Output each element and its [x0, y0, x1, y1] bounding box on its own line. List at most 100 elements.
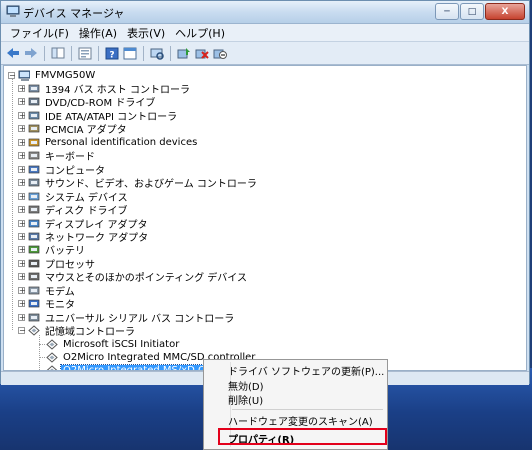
tree-pane-icon: [51, 47, 65, 59]
tree-device[interactable]: Microsoft iSCSI Initiator: [46, 338, 181, 351]
expand-toggle[interactable]: +: [18, 286, 26, 294]
tree-category[interactable]: + DVD/CD-ROM ドライブ: [18, 95, 157, 109]
computer-root-icon: [18, 70, 30, 81]
expand-toggle[interactable]: +: [18, 165, 26, 173]
title-bar[interactable]: デバイス マネージャ ─ □ X: [1, 1, 529, 24]
dvd-drive-icon: [28, 98, 40, 106]
collapse-toggle[interactable]: −: [18, 327, 26, 335]
expand-toggle[interactable]: +: [18, 273, 26, 281]
help-icon: ?: [105, 47, 119, 60]
forward-button[interactable]: [23, 45, 39, 61]
tree-category[interactable]: + ユニバーサル シリアル バス コントローラ: [18, 311, 236, 325]
maximize-button[interactable]: □: [460, 3, 484, 20]
context-update-driver[interactable]: ドライバ ソフトウェアの更新(P)...: [228, 363, 384, 378]
modem-icon: [28, 286, 40, 295]
expand-toggle[interactable]: +: [18, 138, 26, 146]
show-hide-tree-button[interactable]: [50, 45, 66, 61]
tree-category-label: 記憶域コントローラ: [45, 327, 135, 339]
expand-toggle[interactable]: +: [18, 152, 26, 160]
tree-category[interactable]: + ネットワーク アダプタ: [18, 230, 150, 244]
display-adapter-icon: [28, 219, 40, 227]
properties-toolbar-button[interactable]: [77, 45, 93, 61]
expand-toggle[interactable]: +: [18, 313, 26, 321]
tree-category[interactable]: + サウンド、ビデオ、およびゲーム コントローラ: [18, 176, 259, 190]
network-adapter-icon: [28, 232, 40, 241]
tree-root-label: FMVMG50W: [35, 70, 96, 81]
mouse-icon: [28, 272, 40, 281]
tree-guide-line: [39, 343, 45, 345]
view-toolbar-button[interactable]: [122, 45, 138, 61]
disk-drive-icon: [28, 205, 40, 214]
svg-text:?: ?: [109, 50, 114, 60]
tree-category[interactable]: + マウスとそのほかのポインティング デバイス: [18, 270, 249, 284]
update-driver-button[interactable]: [176, 45, 192, 61]
back-button[interactable]: [5, 45, 21, 61]
expand-toggle[interactable]: +: [18, 232, 26, 240]
expand-toggle[interactable]: +: [18, 192, 26, 200]
tree-category[interactable]: + バッテリ: [18, 243, 87, 257]
device-tree: − FMVMG50W +1394 バス ホスト コントローラ + DVD/CD-ROM …: [3, 65, 527, 371]
window-title: デバイス マネージャ: [23, 7, 125, 20]
back-arrow-icon: [7, 48, 19, 58]
expand-toggle[interactable]: +: [18, 125, 26, 133]
tree-category[interactable]: + キーボード: [18, 149, 97, 163]
tree-category[interactable]: + システム デバイス: [18, 190, 130, 204]
expand-toggle[interactable]: +: [18, 98, 26, 106]
toolbar-separator: [170, 45, 171, 61]
context-menu: ドライバ ソフトウェアの更新(P)... 無効(D) 削除(U) ハードウェア変…: [203, 359, 388, 450]
tree-category[interactable]: + Personal identification devices: [18, 136, 199, 149]
expand-toggle[interactable]: +: [18, 85, 26, 93]
toolbar-separator: [44, 45, 45, 61]
expand-toggle[interactable]: +: [18, 219, 26, 227]
tree-category[interactable]: − 記憶域コントローラ: [18, 324, 137, 339]
toolbar-separator: [143, 45, 144, 61]
view-window-icon: [123, 47, 137, 59]
keyboard-icon: [28, 151, 40, 160]
tree-category[interactable]: + PCMCIA アダプタ: [18, 122, 129, 137]
expand-toggle[interactable]: +: [18, 179, 26, 187]
bus-controller-icon: [28, 84, 40, 93]
menu-help[interactable]: ヘルプ(H): [170, 25, 230, 41]
tree-guide-line: [39, 335, 40, 370]
toolbar-separator: [71, 45, 72, 61]
tree-category[interactable]: + コンピュータ: [18, 163, 107, 177]
tree-category[interactable]: + ディスク ドライブ: [18, 203, 129, 217]
tree-category[interactable]: +1394 バス ホスト コントローラ: [18, 82, 192, 96]
tree-category[interactable]: + モデム: [18, 284, 77, 298]
tree-guide-line: [39, 357, 45, 358]
fingerprint-icon: [28, 138, 40, 147]
toolbar-separator: [98, 45, 99, 61]
expand-toggle[interactable]: +: [18, 259, 26, 267]
menu-view[interactable]: 表示(V): [122, 25, 170, 41]
context-disable[interactable]: 無効(D): [228, 378, 264, 393]
tree-category[interactable]: + プロセッサ: [18, 257, 97, 271]
menu-action[interactable]: 操作(A): [74, 25, 122, 41]
expand-toggle[interactable]: +: [18, 246, 26, 254]
scan-hardware-icon: [150, 48, 164, 60]
scan-hardware-button[interactable]: [149, 45, 165, 61]
tree-category[interactable]: + IDE ATA/ATAPI コントローラ: [18, 109, 179, 123]
close-button[interactable]: X: [485, 3, 525, 20]
context-scan-hardware[interactable]: ハードウェア変更のスキャン(A): [228, 413, 373, 428]
tree-category[interactable]: + モニタ: [18, 297, 77, 311]
menu-bar: ファイル(F) 操作(A) 表示(V) ヘルプ(H): [1, 24, 529, 42]
tree-device-label: Microsoft iSCSI Initiator: [63, 338, 180, 350]
expand-toggle[interactable]: +: [18, 111, 26, 119]
help-toolbar-button[interactable]: ?: [104, 45, 120, 61]
disable-button[interactable]: [212, 45, 228, 61]
computer-icon: [28, 165, 40, 174]
tree-category[interactable]: + ディスプレイ アダプタ: [18, 217, 149, 231]
uninstall-button[interactable]: [194, 45, 210, 61]
context-separator: [232, 409, 383, 410]
tree-category-label: PCMCIA アダプタ: [45, 125, 127, 137]
menu-file[interactable]: ファイル(F): [5, 25, 74, 41]
disable-icon: [213, 49, 227, 59]
uninstall-icon: [195, 49, 209, 59]
collapse-toggle[interactable]: −: [8, 72, 16, 80]
ide-controller-icon: [28, 111, 40, 120]
expand-toggle[interactable]: +: [18, 206, 26, 214]
device-manager-window: デバイス マネージャ ─ □ X ファイル(F) 操作(A) 表示(V) ヘルプ…: [0, 0, 530, 385]
expand-toggle[interactable]: +: [18, 300, 26, 308]
minimize-button[interactable]: ─: [435, 3, 459, 20]
context-uninstall[interactable]: 削除(U): [228, 392, 263, 407]
